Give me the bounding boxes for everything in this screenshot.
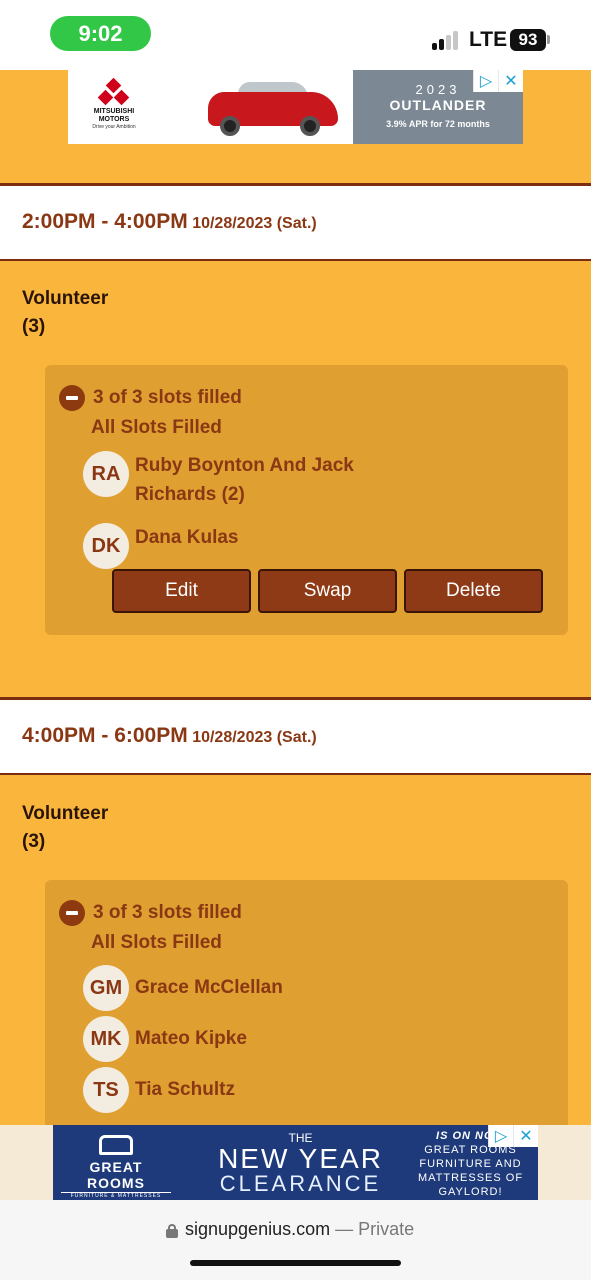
ad-headline-block: THE NEW YEAR CLEARANCE — [188, 1125, 413, 1200]
mitsubishi-logo: MITSUBISHI MOTORS Drive your Ambition — [84, 77, 144, 136]
slots-status: 3 of 3 slots filled — [93, 387, 242, 408]
top-ad-banner[interactable]: MITSUBISHI MOTORS Drive your Ambition 20… — [68, 70, 523, 144]
shift-time-range: 4:00PM - 6:00PM — [22, 724, 188, 747]
url-text[interactable]: signupgenius.com — Private — [185, 1219, 414, 1240]
adchoices-icon[interactable]: ▷ — [488, 1125, 513, 1147]
ad-right-line: MATTRESSES OF — [417, 1172, 524, 1184]
great-rooms-logo: GREAT ROOMS FURNITURE & MATTRESSES — [61, 1133, 171, 1199]
ad-right-line: FURNITURE AND — [419, 1158, 522, 1170]
collapse-minus-icon[interactable] — [59, 900, 85, 926]
close-icon[interactable]: ✕ — [498, 70, 523, 92]
person-name: Tia Schultz — [135, 1079, 235, 1100]
avatar: GM — [83, 965, 129, 1011]
role-title: Volunteer (3) — [22, 800, 108, 856]
person-name: Mateo Kipke — [135, 1028, 247, 1049]
list-item: MK Mateo Kipke — [83, 1016, 405, 1062]
close-icon[interactable]: ✕ — [513, 1125, 538, 1147]
home-indicator[interactable] — [190, 1260, 401, 1266]
car-image — [208, 78, 338, 136]
ad-brand-sub: FURNITURE & MATTRESSES — [70, 1193, 162, 1199]
ad-offer: 3.9% APR for 72 months — [386, 119, 490, 129]
adchoices-icon[interactable]: ▷ — [473, 70, 498, 92]
ad-brand: GREAT ROOMS — [61, 1159, 171, 1193]
ad-controls: ▷ ✕ — [488, 1125, 538, 1147]
swap-button[interactable]: Swap — [258, 569, 397, 613]
list-item: RA Ruby Boynton And Jack Richards (2) — [83, 451, 405, 509]
battery-tip — [547, 35, 550, 44]
lock-icon — [166, 1224, 178, 1238]
url-bar[interactable] — [0, 1200, 591, 1280]
avatar: MK — [83, 1016, 129, 1062]
browsing-mode: Private — [358, 1219, 415, 1239]
sofa-icon — [99, 1135, 133, 1155]
bottom-ad-banner[interactable]: GREAT ROOMS FURNITURE & MATTRESSES THE N… — [53, 1125, 538, 1200]
slot-box: 3 of 3 slots filled All Slots Filled GM … — [45, 880, 568, 1140]
role-count: (3) — [22, 831, 46, 852]
ad-headline-2: CLEARANCE — [219, 1171, 382, 1196]
ad-right-line: GAYLORD! — [438, 1186, 503, 1198]
ad-model: OUTLANDER — [389, 97, 487, 113]
shift-time-row: 2:00PM - 4:00PM 10/28/2023 (Sat.) — [0, 183, 591, 261]
all-slots-filled-label: All Slots Filled — [91, 932, 222, 953]
ad-tagline: Drive your Ambition — [92, 124, 136, 130]
ad-controls: ▷ ✕ — [473, 70, 523, 92]
shift-date: 10/28/2023 (Sat.) — [192, 729, 317, 746]
all-slots-filled-label: All Slots Filled — [91, 417, 222, 438]
role-title: Volunteer (3) — [22, 285, 108, 341]
signal-icon — [432, 30, 462, 50]
avatar: TS — [83, 1067, 129, 1113]
status-time: 9:02 — [50, 16, 151, 51]
person-name: Dana Kulas — [135, 527, 239, 548]
ad-brand: MITSUBISHI MOTORS — [93, 108, 135, 123]
shift-time-range: 2:00PM - 4:00PM — [22, 210, 188, 233]
edit-button[interactable]: Edit — [112, 569, 251, 613]
ad-headline: NEW YEAR — [218, 1143, 383, 1174]
url-separator: — — [330, 1219, 359, 1239]
status-bar: 9:02 LTE 93 — [0, 0, 591, 70]
slots-status: 3 of 3 slots filled — [93, 902, 242, 923]
role-count: (3) — [22, 316, 46, 337]
shift-date: 10/28/2023 (Sat.) — [192, 215, 317, 232]
collapse-minus-icon[interactable] — [59, 385, 85, 411]
role-name: Volunteer — [22, 288, 109, 309]
delete-button[interactable]: Delete — [404, 569, 543, 613]
shift-time-row: 4:00PM - 6:00PM 10/28/2023 (Sat.) — [0, 697, 591, 775]
avatar: RA — [83, 451, 129, 497]
list-item: DK Dana Kulas — [83, 523, 405, 569]
network-label: LTE — [469, 28, 508, 51]
list-item: TS Tia Schultz — [83, 1067, 405, 1113]
role-name: Volunteer — [22, 803, 109, 824]
person-name: Grace McClellan — [135, 977, 283, 998]
person-name: Ruby Boynton And Jack Richards (2) — [135, 455, 354, 505]
url-domain: signupgenius.com — [185, 1219, 331, 1239]
list-item: GM Grace McClellan — [83, 965, 405, 1011]
slot-box: 3 of 3 slots filled All Slots Filled RA … — [45, 365, 568, 635]
battery-icon: 93 — [510, 29, 546, 51]
avatar: DK — [83, 523, 129, 569]
